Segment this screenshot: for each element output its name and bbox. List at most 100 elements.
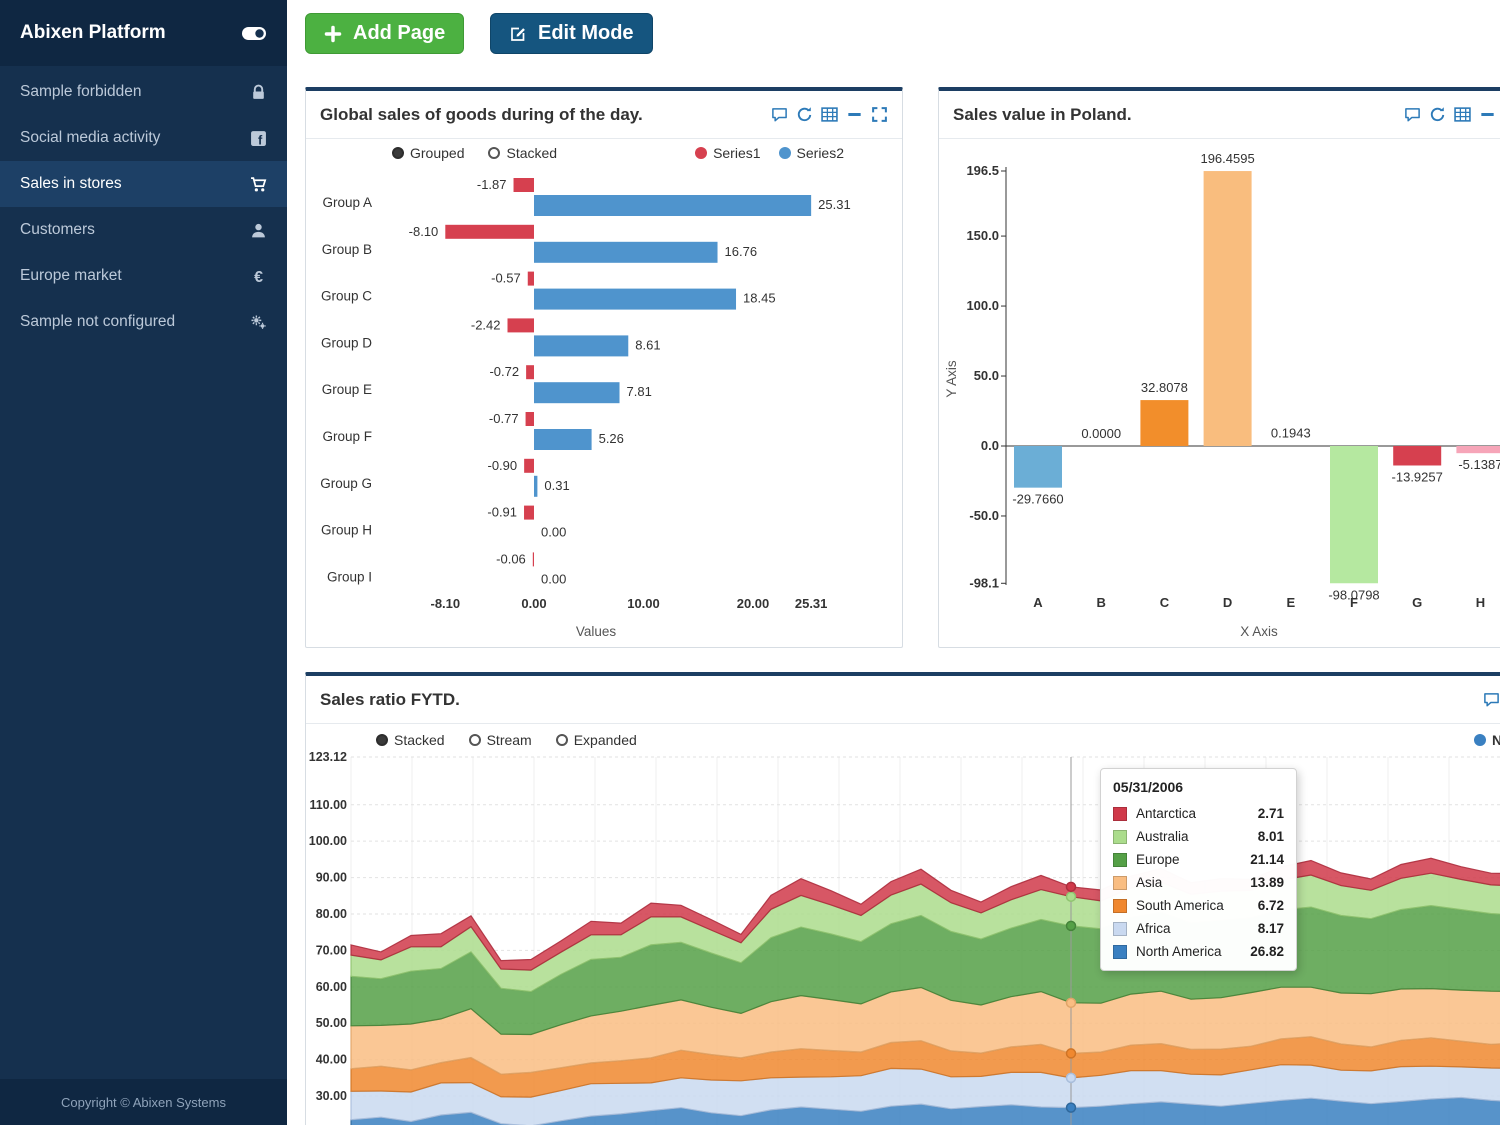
bar-segment[interactable] [1393, 446, 1441, 465]
panel-header: Global sales of goods during of the day. [306, 91, 902, 139]
svg-text:Group F: Group F [322, 429, 372, 444]
tooltip-series-value: 2.71 [1258, 806, 1284, 821]
svg-text:25.31: 25.31 [818, 197, 851, 212]
legend-item-series2[interactable]: Series2 [779, 145, 844, 161]
svg-text:10.00: 10.00 [627, 596, 660, 611]
mode-radio-stream[interactable]: Stream [469, 732, 532, 748]
vertical-bar-chart[interactable]: 196.5150.0100.050.00.0-50.0-98.1-29.7660… [939, 139, 1500, 647]
bar-segment[interactable] [514, 178, 534, 192]
bar-segment[interactable] [445, 225, 534, 239]
edit-mode-button[interactable]: Edit Mode [490, 13, 653, 54]
svg-text:25.31: 25.31 [795, 596, 828, 611]
svg-text:70.00: 70.00 [316, 943, 347, 957]
svg-text:80.00: 80.00 [316, 907, 347, 921]
grouped-bar-chart[interactable]: -8.100.0010.0020.0025.31ValuesGroup A-1.… [306, 139, 902, 647]
svg-text:Group G: Group G [320, 476, 372, 491]
refresh-icon[interactable] [1429, 106, 1446, 123]
svg-text:-8.10: -8.10 [430, 596, 460, 611]
tooltip-row: Europe21.14 [1101, 848, 1296, 871]
bar-segment[interactable] [526, 365, 534, 379]
bar-segment[interactable] [1140, 400, 1188, 446]
tooltip-series-value: 26.82 [1250, 944, 1284, 959]
tooltip-date: 05/31/2006 [1101, 774, 1296, 802]
sidebar-item-customers[interactable]: Customers [0, 207, 287, 253]
mode-radio-stacked[interactable]: Stacked [376, 732, 445, 748]
tooltip-series-name: North America [1136, 944, 1241, 959]
bar-segment[interactable] [528, 272, 534, 286]
radio-icon [376, 734, 388, 746]
svg-text:5.26: 5.26 [599, 431, 624, 446]
tooltip-series-name: Antarctica [1136, 806, 1249, 821]
sidebar-item-sample-forbidden[interactable]: Sample forbidden [0, 69, 287, 115]
tooltip-series-value: 8.01 [1258, 829, 1284, 844]
bar-segment[interactable] [1456, 446, 1500, 453]
svg-text:196.4595: 196.4595 [1200, 151, 1254, 166]
bar-segment[interactable] [534, 476, 537, 497]
svg-text:-2.42: -2.42 [471, 317, 501, 332]
bar-segment[interactable] [1014, 446, 1062, 488]
svg-text:-98.1: -98.1 [969, 575, 999, 590]
sidebar-item-social-media-activity[interactable]: Social media activityf [0, 115, 287, 161]
table-icon[interactable] [1454, 106, 1471, 123]
bar-segment[interactable] [1330, 446, 1378, 583]
minus-icon[interactable] [1479, 106, 1496, 123]
svg-text:0.00: 0.00 [541, 571, 566, 586]
svg-text:-13.9257: -13.9257 [1392, 469, 1443, 484]
panel-sales-poland: Sales value in Poland. 196.5150.0100.050… [938, 87, 1500, 648]
sidebar-item-sample-not-configured[interactable]: Sample not configured [0, 299, 287, 345]
svg-text:60.00: 60.00 [316, 980, 347, 994]
svg-text:50.0: 50.0 [974, 368, 999, 383]
bar-segment[interactable] [524, 506, 534, 520]
sidebar-item-europe-market[interactable]: Europe market€ [0, 253, 287, 299]
bar-segment[interactable] [533, 552, 534, 566]
bar-segment[interactable] [524, 459, 534, 473]
svg-text:0.0000: 0.0000 [1081, 426, 1121, 441]
mode-radio-stacked[interactable]: Stacked [488, 145, 557, 161]
bar-segment[interactable] [534, 335, 628, 356]
hover-point-icon [1067, 998, 1076, 1007]
edit-icon [509, 25, 527, 43]
sidebar-item-sales-in-stores[interactable]: Sales in stores [0, 161, 287, 207]
bar-segment[interactable] [534, 195, 811, 216]
minus-icon[interactable] [846, 106, 863, 123]
add-page-button[interactable]: Add Page [305, 13, 464, 54]
bar-segment[interactable] [526, 412, 534, 426]
panel-title: Global sales of goods during of the day. [320, 105, 643, 125]
bar-segment[interactable] [508, 318, 534, 332]
radio-label: Stream [487, 732, 532, 748]
series-swatch-icon [1113, 830, 1127, 844]
legend-label: Series2 [797, 145, 844, 161]
svg-text:0.0: 0.0 [981, 438, 999, 453]
bar-segment[interactable] [534, 429, 592, 450]
expand-icon[interactable] [871, 106, 888, 123]
bar-segment[interactable] [534, 382, 620, 403]
legend-item-series1[interactable]: Series1 [695, 145, 760, 161]
sidebar-toggle-icon[interactable] [241, 26, 267, 41]
tooltip-series-value: 21.14 [1250, 852, 1284, 867]
tooltip-series-name: Asia [1136, 875, 1241, 890]
svg-text:-29.7660: -29.7660 [1012, 492, 1063, 507]
bar-segment[interactable] [534, 289, 736, 310]
svg-text:16.76: 16.76 [725, 244, 758, 259]
bar-segment[interactable] [1204, 171, 1252, 446]
panel-icon-group [1483, 691, 1500, 708]
series-swatch-icon [1113, 876, 1127, 890]
refresh-icon[interactable] [796, 106, 813, 123]
stacked-area-chart[interactable]: 123.12110.00100.0090.0080.0070.0060.0050… [306, 724, 1500, 1125]
legend-item-north-america[interactable]: N [1474, 732, 1500, 748]
mode-radio-expanded[interactable]: Expanded [556, 732, 637, 748]
table-icon[interactable] [821, 106, 838, 123]
svg-text:20.00: 20.00 [737, 596, 770, 611]
comment-icon[interactable] [771, 106, 788, 123]
radio-label: Grouped [410, 145, 464, 161]
sidebar-header: Abixen Platform [0, 0, 287, 66]
mode-radio-grouped[interactable]: Grouped [392, 145, 464, 161]
comment-icon[interactable] [1483, 691, 1500, 708]
comment-icon[interactable] [1404, 106, 1421, 123]
legend-label: Series1 [713, 145, 760, 161]
radio-label: Expanded [574, 732, 637, 748]
panel-global-sales: Global sales of goods during of the day.… [305, 87, 903, 648]
sidebar-item-label: Customers [20, 221, 95, 239]
tooltip-series-name: South America [1136, 898, 1249, 913]
bar-segment[interactable] [534, 242, 718, 263]
